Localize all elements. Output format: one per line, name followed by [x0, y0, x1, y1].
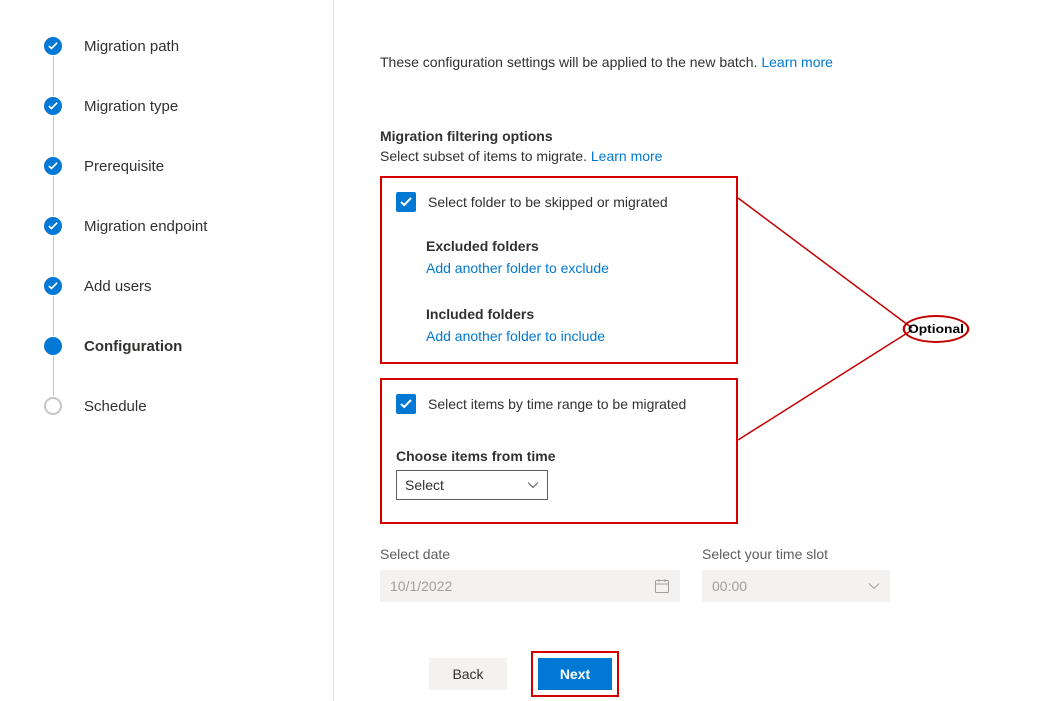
- intro-text: These configuration settings will be app…: [380, 54, 1002, 70]
- step-label: Migration type: [84, 98, 178, 115]
- checkbox-folder-label: Select folder to be skipped or migrated: [428, 194, 668, 210]
- check-icon: [44, 97, 62, 115]
- step-label: Add users: [84, 278, 152, 295]
- learn-more-link[interactable]: Learn more: [591, 148, 663, 164]
- step-label: Migration endpoint: [84, 218, 207, 235]
- step-label: Migration path: [84, 38, 179, 55]
- check-icon: [44, 217, 62, 235]
- step-migration-type[interactable]: Migration type: [44, 94, 313, 118]
- select-date-label: Select date: [380, 546, 680, 562]
- chevron-down-icon: [527, 479, 539, 491]
- step-configuration[interactable]: Configuration: [44, 334, 313, 358]
- check-icon: [44, 157, 62, 175]
- wizard-footer: Back Next: [0, 647, 1048, 701]
- select-value: Select: [405, 477, 444, 493]
- next-button[interactable]: Next: [538, 658, 612, 690]
- step-migration-path[interactable]: Migration path: [44, 34, 313, 58]
- calendar-icon: [654, 578, 670, 594]
- add-included-folder-link[interactable]: Add another folder to include: [426, 328, 722, 344]
- step-label: Prerequisite: [84, 158, 164, 175]
- back-button[interactable]: Back: [429, 658, 507, 690]
- filter-heading: Migration filtering options: [380, 128, 1002, 144]
- choose-time-heading: Choose items from time: [396, 448, 722, 464]
- main-content: These configuration settings will be app…: [334, 0, 1048, 701]
- chevron-down-icon: [868, 580, 880, 592]
- check-icon: [44, 277, 62, 295]
- pending-step-icon: [44, 397, 62, 415]
- step-prerequisite[interactable]: Prerequisite: [44, 154, 313, 178]
- current-step-icon: [44, 337, 62, 355]
- folder-filter-box: Select folder to be skipped or migrated …: [380, 176, 738, 364]
- time-select-dropdown[interactable]: Select: [396, 470, 548, 500]
- step-schedule[interactable]: Schedule: [44, 394, 313, 418]
- checkbox-time-label: Select items by time range to be migrate…: [428, 396, 686, 412]
- checkbox-time-filter[interactable]: [396, 394, 416, 414]
- step-label: Schedule: [84, 398, 147, 415]
- time-filter-box: Select items by time range to be migrate…: [380, 378, 738, 524]
- date-input[interactable]: 10/1/2022: [380, 570, 680, 602]
- learn-more-link[interactable]: Learn more: [761, 54, 833, 70]
- checkbox-folder-filter[interactable]: [396, 192, 416, 212]
- included-folders-heading: Included folders: [426, 306, 722, 322]
- check-icon: [44, 37, 62, 55]
- annotation-optional-badge: Optional: [903, 315, 970, 343]
- time-slot-dropdown[interactable]: 00:00: [702, 570, 890, 602]
- excluded-folders-heading: Excluded folders: [426, 238, 722, 254]
- time-slot-label: Select your time slot: [702, 546, 890, 562]
- wizard-steps-sidebar: Migration path Migration type Prerequisi…: [0, 0, 334, 701]
- filter-subtext: Select subset of items to migrate. Learn…: [380, 148, 1002, 164]
- time-slot-value: 00:00: [712, 578, 747, 594]
- step-label: Configuration: [84, 338, 182, 355]
- add-excluded-folder-link[interactable]: Add another folder to exclude: [426, 260, 722, 276]
- step-migration-endpoint[interactable]: Migration endpoint: [44, 214, 313, 238]
- date-value: 10/1/2022: [390, 578, 452, 594]
- next-button-highlight: Next: [531, 651, 619, 697]
- step-add-users[interactable]: Add users: [44, 274, 313, 298]
